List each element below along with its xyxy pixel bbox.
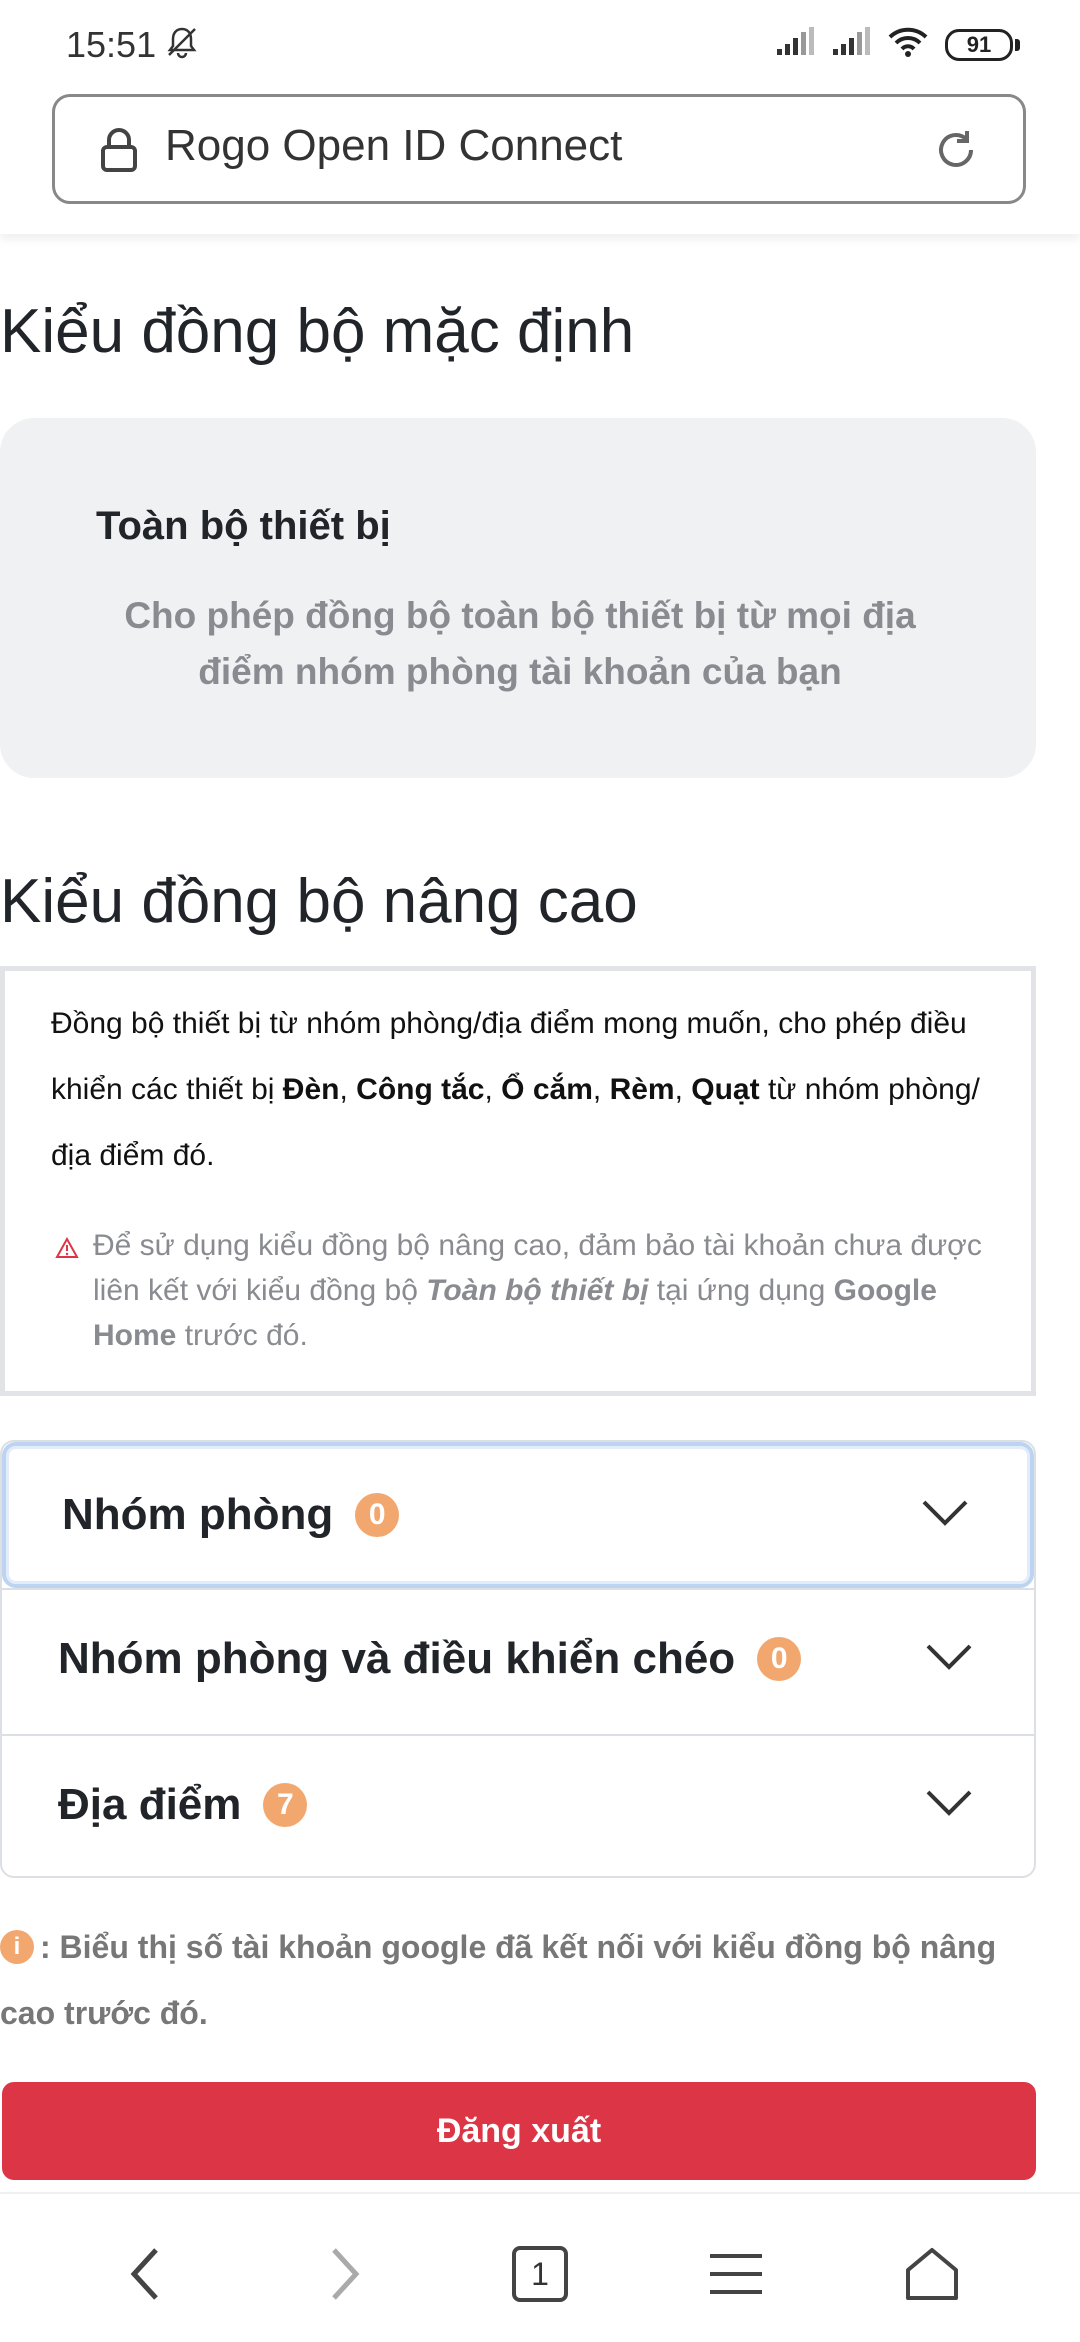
accordion-label: Địa điểm (58, 1780, 242, 1829)
reload-icon[interactable] (933, 127, 979, 178)
warning-text: Để sử dụng kiểu đồng bộ nâng cao, đảm bả… (93, 1229, 982, 1352)
warning-icon (55, 1236, 79, 1264)
info-icon: i (0, 1929, 34, 1964)
battery-level: 91 (945, 28, 1013, 61)
advanced-sync-info: Đồng bộ thiết bị từ nhóm phòng/địa điểm … (0, 966, 1036, 1396)
battery-icon: 91 (945, 28, 1020, 61)
advanced-sync-heading: Kiểu đồng bộ nâng cao (0, 867, 638, 936)
menu-icon[interactable] (696, 2234, 776, 2314)
count-badge: 0 (757, 1637, 802, 1681)
accordion-location[interactable]: Địa điểm 7 (2, 1734, 1034, 1876)
signal-icon (775, 27, 815, 62)
device-den: Đèn (282, 1073, 340, 1106)
device-congtac: Công tắc (356, 1073, 485, 1106)
signal-icon (831, 27, 871, 62)
home-icon[interactable] (892, 2234, 972, 2314)
note-text: : Biểu thị số tài khoản google đã kết nố… (0, 1929, 997, 2031)
device-quat: Quạt (691, 1073, 760, 1106)
chevron-down-icon (922, 1500, 968, 1531)
card-title: Toàn bộ thiết bị (96, 504, 391, 548)
accordion-label: Nhóm phòng (62, 1490, 334, 1539)
device-ocam: Ổ cắm (501, 1073, 593, 1106)
default-sync-heading: Kiểu đồng bộ mặc định (0, 297, 635, 366)
accordion-label: Nhóm phòng và điều khiển chéo (58, 1634, 736, 1683)
count-badge: 7 (263, 1783, 308, 1827)
back-icon[interactable] (106, 2234, 186, 2314)
status-bar: 15:51 91 (0, 0, 1080, 92)
sync-accordion: Nhóm phòng 0 Nhóm phòng và điều khiển ché… (0, 1440, 1036, 1878)
card-description: Cho phép đồng bộ toàn bộ thiết bị từ mọi… (124, 595, 916, 692)
page-title: Rogo Open ID Connect (165, 121, 623, 170)
wifi-icon (887, 26, 929, 63)
chevron-down-icon (926, 1790, 972, 1821)
browser-nav-bar: 1 (0, 2192, 1080, 2342)
tab-count: 1 (531, 2255, 549, 2292)
address-bar[interactable]: Rogo Open ID Connect (52, 94, 1026, 204)
accordion-room-group-cross-control[interactable]: Nhóm phòng và điều khiển chéo 0 (2, 1588, 1034, 1734)
chevron-down-icon (926, 1644, 972, 1675)
logout-button[interactable]: Đăng xuất (2, 2082, 1036, 2180)
accordion-room-group[interactable]: Nhóm phòng 0 (2, 1442, 1034, 1588)
lock-icon (99, 127, 139, 178)
device-rem: Rèm (609, 1073, 675, 1106)
browser-toolbar: Rogo Open ID Connect (0, 92, 1080, 234)
count-badge: 0 (355, 1493, 400, 1537)
default-sync-card[interactable]: Toàn bộ thiết bị Cho phép đồng bộ toàn b… (0, 418, 1036, 778)
advanced-sync-description: Đồng bộ thiết bị từ nhóm phòng/địa điểm … (51, 1007, 980, 1172)
tabs-icon[interactable]: 1 (500, 2234, 580, 2314)
bell-off-icon (164, 24, 200, 65)
status-time: 15:51 (66, 24, 157, 65)
forward-icon[interactable] (304, 2234, 384, 2314)
badge-legend-note: i: Biểu thị số tài khoản google đã kết n… (0, 1914, 1040, 2046)
